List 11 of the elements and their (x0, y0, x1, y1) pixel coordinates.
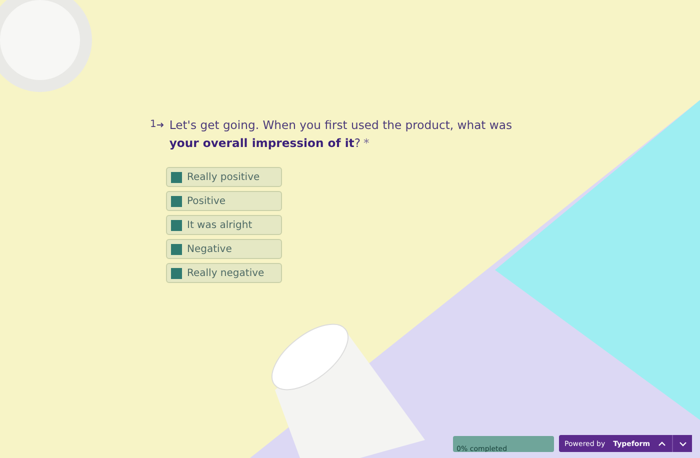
question-text: Let's get going. When you first used the product, what was your overall impression of it? * (169, 117, 514, 152)
answer-option[interactable]: It was alright (166, 215, 282, 235)
answer-option[interactable]: Really negative (166, 263, 282, 283)
answer-option[interactable]: Positive (166, 191, 282, 211)
question-number: 1 (150, 119, 156, 130)
chevron-down-icon (678, 440, 686, 448)
next-button[interactable] (672, 435, 692, 452)
arrow-icon (157, 120, 166, 128)
chevron-up-icon (658, 440, 666, 448)
answer-option[interactable]: Really positive (166, 167, 282, 187)
answer-option[interactable]: Negative (166, 239, 282, 259)
